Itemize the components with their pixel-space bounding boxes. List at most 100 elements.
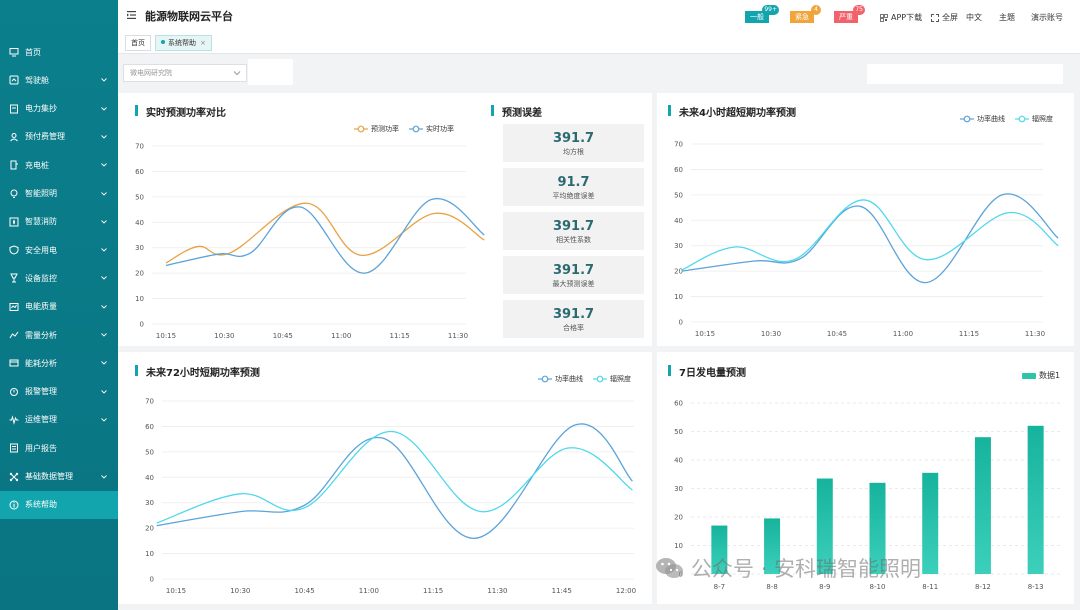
x-tick-label: 10:45 [294,587,314,595]
sidebar-item[interactable]: 运维管理 [0,406,118,434]
x-tick-label: 10:30 [214,332,234,340]
app-title: 能源物联网云平台 [145,10,233,23]
short-term-chart: 0 10 20 30 40 50 60 70 10:15 10:30 10:45 11:00 11:15… [145,398,636,596]
bar[interactable] [922,472,939,574]
error-label: 平均绝度误差 [552,192,595,200]
alert-general-badge[interactable]: 一般 99+ [745,5,779,23]
x-tick-label: 10:15 [695,330,715,338]
tab-system-help[interactable]: 系统帮助 × [155,35,212,51]
chevron-down-icon [101,418,107,422]
alert-general-count: 99+ [762,5,779,15]
y-tick-label: 10 [145,550,154,558]
chevron-down-icon [233,71,241,76]
sidebar-item-label: 用户报告 [25,443,57,453]
short-term-panel: 未来72小时短期功率预测 功率曲线 辐照度 0 10 20 30 40 50 60 70 10:… [118,352,652,604]
tab-close-icon[interactable]: × [200,39,206,47]
sidebar-item-label: 安全用电 [25,245,57,255]
sidebar-item[interactable]: 安全用电 [0,236,118,264]
fullscreen-button[interactable]: 全屏 [931,12,958,23]
site-select[interactable]: 微电网研究院 [123,64,247,82]
fullscreen-icon [931,13,939,22]
x-tick-label: 12:00 [616,587,636,595]
x-tick-label: 11:30 [448,332,468,340]
tab-system-help-label: 系统帮助 [168,39,196,47]
bar[interactable] [1027,425,1044,574]
sidebar: 首页驾驶舱电力集抄预付费管理充电桩智能照明 智慧消防安全用电设备监控 电能质量 需量分… [0,0,118,610]
sidebar-item[interactable]: 充电桩 [0,151,118,179]
alert-severe-count: 75 [853,5,865,15]
menu-toggle-icon[interactable] [126,9,138,21]
bar[interactable] [974,437,991,574]
alert-severe-badge[interactable]: 严重 75 [834,5,865,23]
y-tick-label: 30 [145,499,154,507]
y-tick-label: 40 [674,457,683,465]
sidebar-item[interactable]: 预付费管理 [0,123,118,151]
x-tick-label: 11:30 [487,587,507,595]
database-icon [9,472,19,481]
y-tick-label: 20 [145,525,154,533]
chevron-down-icon [101,474,107,479]
x-tick-label: 8-9 [819,583,830,591]
language-switch[interactable]: 中文 [966,12,982,23]
x-tick-label: 10:45 [827,330,847,338]
sidebar-item[interactable]: 用户报告 [0,434,118,462]
watermark-text: 公众号 · 安科瑞智能照明 [691,557,922,581]
y-tick-label: 70 [135,143,144,151]
x-tick-label: 10:45 [273,332,293,340]
bulb-icon [10,189,18,198]
y-tick-label: 30 [674,242,683,250]
sidebar-item[interactable]: 设备监控 [0,264,118,292]
sidebar-item-label: 充电桩 [25,160,49,170]
series-line [681,193,1059,284]
alert-urgent-badge[interactable]: 紧急 4 [790,5,821,23]
y-tick-label: 40 [145,474,154,482]
x-tick-label: 10:30 [761,330,781,338]
qrcode-icon [880,13,888,22]
x-tick-label: 11:30 [1025,330,1045,338]
sidebar-item[interactable]: 智慧消防 [0,208,118,236]
x-tick-label: 11:00 [331,332,351,340]
sidebar-item[interactable]: 电力集抄 [0,95,118,123]
error-card-rmse: 391.7 均方根 [503,124,644,162]
error-value: 391.7 [552,131,595,146]
sidebar-item[interactable]: 首页 [0,38,118,66]
x-tick-label: 11:15 [423,587,443,595]
error-value: 391.7 [552,307,595,322]
theme-switch[interactable]: 主题 [999,12,1015,23]
sidebar-item[interactable]: 报警管理 [0,378,118,406]
app-download-link[interactable]: APP下载 [880,12,922,23]
error-title: 预测误差 [491,104,542,119]
fullscreen-label: 全屏 [942,13,958,22]
y-tick-label: 0 [140,321,144,329]
sidebar-item[interactable]: 系统帮助 [0,490,118,519]
x-tick-label: 8-13 [1028,583,1044,591]
account-menu[interactable]: 演示账号 [1031,12,1063,23]
sidebar-item[interactable]: 基础数据管理 [0,463,118,491]
sidebar-item[interactable]: 能耗分析 [0,349,118,377]
report-icon [10,443,18,453]
y-tick-label: 50 [674,191,683,199]
sidebar-item[interactable]: 智能照明 [0,180,118,208]
sidebar-item[interactable]: 电能质量 [0,293,118,321]
sidebar-item[interactable]: 驾驶舱 [0,66,118,94]
error-value: 91.7 [557,175,590,190]
sidebar-item-label: 预付费管理 [25,132,65,142]
y-tick-label: 60 [674,166,683,174]
filter-input-placeholder[interactable] [867,64,1063,84]
x-tick-label: 8-8 [766,583,777,591]
energy-icon [9,359,19,367]
y-tick-label: 0 [679,319,683,327]
sidebar-item-label: 系统帮助 [25,500,57,510]
sidebar-item[interactable]: 需量分析 [0,321,118,349]
tab-home[interactable]: 首页 [125,35,151,51]
app-download-label: APP下载 [891,13,923,22]
error-card-max: 391.7 最大预测误差 [503,256,644,294]
y-tick-label: 10 [674,293,683,301]
error-card-correlation: 391.7 相关性系数 [503,212,644,250]
chevron-down-icon [101,78,107,82]
y-tick-label: 70 [674,141,683,149]
info-icon [9,500,19,510]
sidebar-item-label: 驾驶舱 [25,75,49,85]
fire-icon [9,217,19,227]
x-tick-label: 10:15 [156,332,176,340]
